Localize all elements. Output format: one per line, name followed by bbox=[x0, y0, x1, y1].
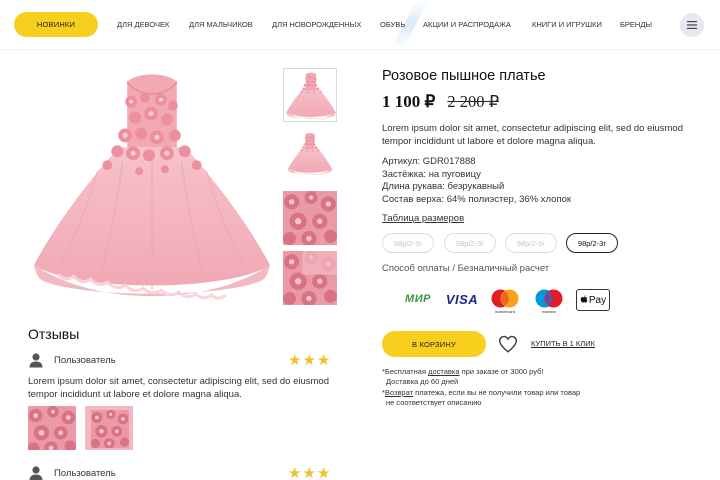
old-price: 2 200 ₽ bbox=[447, 92, 500, 111]
nav-link-brands[interactable]: Бренды bbox=[620, 20, 652, 29]
return-note: *Возврат платежа, если вы не получили то… bbox=[382, 388, 580, 408]
spec-fastener: Застёжка: на пуговицу bbox=[382, 168, 481, 180]
header-divider bbox=[0, 49, 720, 50]
mastercard-logo: mastercard bbox=[489, 287, 521, 315]
payment-method-label: Способ оплаты / Безналичный расчет bbox=[382, 263, 550, 274]
maestro-caption: maestro bbox=[541, 308, 557, 314]
heart-icon[interactable] bbox=[497, 333, 519, 355]
mir-text: МИР bbox=[405, 293, 431, 305]
product-thumbnail-1[interactable] bbox=[283, 68, 337, 122]
apple-icon bbox=[580, 295, 588, 303]
product-thumbnail-4[interactable] bbox=[283, 251, 337, 305]
current-price: 1 100 ₽ bbox=[382, 92, 436, 111]
hamburger-menu-icon[interactable] bbox=[680, 13, 704, 37]
review-rating-stars: ★★★ bbox=[288, 352, 332, 369]
user-icon bbox=[28, 352, 44, 368]
review-rating-stars: ★★★ bbox=[288, 465, 332, 480]
review-author: Пользователь bbox=[54, 355, 116, 366]
size-option-2[interactable]: 98р/2-3г bbox=[444, 233, 496, 253]
maestro-logo: maestro bbox=[533, 287, 565, 315]
nav-link-girls[interactable]: Для девочек bbox=[117, 20, 169, 29]
product-specs: Артикул: GDR017888 Застёжка: на пуговицу… bbox=[382, 156, 571, 206]
review-photo-2[interactable] bbox=[85, 406, 133, 450]
nav-link-sales[interactable]: Акции и распродажа bbox=[423, 20, 511, 29]
nav-link-newborns[interactable]: Для новорожденных bbox=[272, 20, 361, 29]
return-line2: не соответствует описанию bbox=[386, 398, 482, 407]
nav-link-shoes[interactable]: Обувь bbox=[380, 20, 405, 29]
return-suffix: платежа, если вы не получили товар или т… bbox=[413, 388, 581, 397]
nav-new-button[interactable]: Новинки bbox=[14, 12, 98, 37]
review-photo-1[interactable] bbox=[28, 406, 76, 450]
size-option-4-selected[interactable]: 98р/2-3г bbox=[566, 233, 618, 253]
size-option-1[interactable]: 98р/2-3г bbox=[382, 233, 434, 253]
maestro-icon bbox=[535, 289, 563, 307]
nav-link-boys[interactable]: Для мальчиков bbox=[189, 20, 253, 29]
product-title: Розовое пышное платье bbox=[382, 68, 546, 84]
review-author: Пользователь bbox=[54, 468, 116, 479]
mastercard-caption: mastercard bbox=[494, 308, 515, 314]
add-to-cart-button[interactable]: В корзину bbox=[382, 331, 486, 357]
product-thumbnail-2[interactable] bbox=[283, 127, 337, 181]
delivery-link[interactable]: доставка bbox=[428, 367, 459, 376]
size-option-3[interactable]: 98р/2-3г bbox=[505, 233, 557, 253]
price-row: 1 100 ₽ 2 200 ₽ bbox=[382, 92, 499, 112]
mir-logo: МИР bbox=[400, 287, 436, 311]
return-link[interactable]: Возврат bbox=[385, 388, 413, 397]
visa-logo: VISA bbox=[444, 287, 480, 311]
nav-link-books-toys[interactable]: Книги и игрушки bbox=[532, 20, 602, 29]
apple-pay-logo: Pay bbox=[576, 289, 610, 311]
spec-sleeve: Длина рукава: безрукавный bbox=[382, 181, 505, 192]
mastercard-icon bbox=[491, 289, 519, 307]
buy-one-click-link[interactable]: Купить в 1 клик bbox=[531, 339, 595, 348]
apple-pay-text: Pay bbox=[588, 294, 607, 306]
top-navigation: Новинки Для девочек Для мальчиков Для но… bbox=[0, 0, 720, 50]
product-thumbnail-3[interactable] bbox=[283, 191, 337, 245]
user-icon bbox=[28, 465, 44, 480]
size-table-link[interactable]: Таблица размеров bbox=[382, 213, 464, 224]
product-main-image[interactable] bbox=[28, 62, 276, 310]
spec-article: Артикул: GDR017888 bbox=[382, 156, 476, 167]
review-text: Lorem ipsum dolor sit amet, consectetur … bbox=[28, 376, 329, 400]
delivery-note: *Бесплатная доставка при заказе от 3000 … bbox=[382, 367, 543, 387]
spec-material: Состав верха: 64% полиэстер, 36% хлопок bbox=[382, 193, 572, 205]
hamburger-lines bbox=[687, 21, 697, 29]
reviews-title: Отзывы bbox=[28, 326, 80, 342]
delivery-suffix: при заказе от 3000 руб! bbox=[459, 367, 544, 376]
delivery-prefix: *Бесплатная bbox=[382, 367, 429, 376]
product-description: Lorem ipsum dolor sit amet, consectetur … bbox=[382, 123, 683, 147]
delivery-line2: Доставка до 60 дней bbox=[386, 377, 459, 386]
visa-text: VISA bbox=[445, 291, 479, 307]
